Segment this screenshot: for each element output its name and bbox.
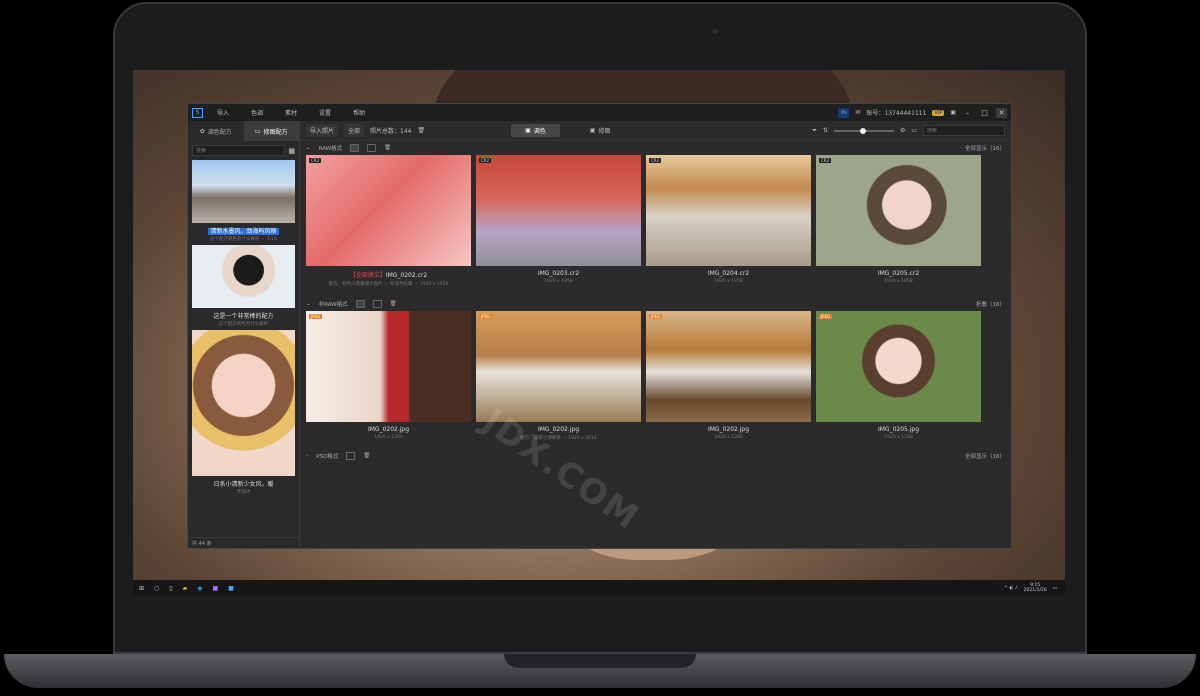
photo-card[interactable]: CR2 【全部换文】IMG_0202.cr2 配方：和色人像暖调大图片 ・ 标准… <box>306 155 471 287</box>
account-label[interactable]: 账号：13744441111 <box>866 108 926 117</box>
camera <box>712 28 718 34</box>
app-logo: S <box>192 107 203 118</box>
photoshop-icon[interactable]: Ps <box>838 107 850 118</box>
image-icon: ▣ <box>589 127 596 134</box>
notification-icon[interactable]: ▭ <box>1053 586 1057 591</box>
settings-icon[interactable]: ⚙ <box>900 127 905 134</box>
preset-item[interactable]: 日系小清新少女风，暖 无描述 <box>192 330 295 495</box>
photo-card[interactable]: CR2 IMG_0204.cr2 1920 x 1958 <box>646 155 811 287</box>
edge-icon[interactable]: ◉ <box>197 585 202 592</box>
photo-card[interactable]: CR2 IMG_0205.cr2 1920 x 1958 <box>816 155 981 287</box>
photo-thumbnail: JPEG <box>306 311 471 422</box>
main-panel: 导入照片 全部 照片总数：144 🗑 ▣调色 ▣修图 ⏷ ⇅ ⚙ ▭ ⌄ RAW… <box>300 121 1011 548</box>
preset-thumbnail <box>192 160 295 223</box>
windows-start-icon[interactable]: ⊞ <box>139 585 144 592</box>
mode-retouch-button[interactable]: ▣ 修图 <box>576 124 625 137</box>
preset-item[interactable]: 清新水墨风，劲海屿风格 这个配方调色有什么解析 ・ 1/10 <box>192 160 295 242</box>
preset-thumbnail <box>192 245 295 308</box>
photo-thumbnail: CR2 <box>476 155 641 266</box>
show-all-link[interactable]: 全部显示（16） <box>965 144 1005 152</box>
show-all-link[interactable]: 全部显示（16） <box>965 452 1005 460</box>
photo-card[interactable]: CR2 IMG_0203.cr2 1920 x 1958 <box>476 155 641 287</box>
menu-import[interactable]: 导入 <box>217 108 229 117</box>
select-icon[interactable] <box>355 300 365 308</box>
toolbar: 导入照片 全部 照片总数：144 🗑 ▣ 调色 ▣ 修图 ⏷ ⇅ ⚙ ▭ <box>300 121 1011 141</box>
photo-thumbnail: CR2 <box>306 155 471 266</box>
tray-icon[interactable]: ^ ◐ ♪ <box>1004 586 1017 591</box>
nonraw-grid: JPEG IMG_0202.jpg 1920 x 1280 JPEG IMG_0… <box>300 311 1011 441</box>
section-raw-header: ⌄ RAW格式 🗑 全部显示（16） <box>306 144 1005 152</box>
section-psd-header: › PSD格式 🗑 全部显示（16） <box>306 452 1005 460</box>
photo-thumbnail: CR2 <box>816 155 981 266</box>
menu-help[interactable]: 帮助 <box>353 108 365 117</box>
laptop-notch <box>504 654 696 668</box>
raw-grid: CR2 【全部换文】IMG_0202.cr2 配方：和色人像暖调大图片 ・ 标准… <box>300 155 1011 287</box>
palette-icon: ✿ <box>199 127 205 135</box>
skin-icon[interactable]: ▣ <box>950 109 956 116</box>
photo-thumbnail: JPEG <box>816 311 981 422</box>
display-icon[interactable]: ▭ <box>911 127 917 134</box>
sort-icon[interactable]: ⇅ <box>823 127 828 134</box>
trash-icon[interactable]: 🗑 <box>384 145 391 151</box>
ps-taskbar-icon[interactable]: ■ <box>228 585 234 592</box>
photo-count: 照片总数：144 <box>370 128 412 135</box>
ae-icon[interactable]: ■ <box>212 585 218 592</box>
trash-icon[interactable]: 🗑 <box>390 301 397 307</box>
title-bar: S 导入 色调 素材 设置 帮助 Ps ✉ 账号：13744441111 VIP… <box>188 104 1011 121</box>
collapse-link[interactable]: 折叠（16） <box>976 300 1005 308</box>
import-photos-button[interactable]: 导入照片 <box>306 124 339 137</box>
message-icon[interactable]: ✉ <box>855 109 860 116</box>
preset-item[interactable]: 这是一个非常棒的配方 这个配方调色有什么解析 <box>192 245 295 327</box>
monitor-icon: ▭ <box>254 127 261 135</box>
image-icon: ▣ <box>525 127 531 134</box>
menu-settings[interactable]: 设置 <box>319 108 331 117</box>
chevron-down-icon[interactable]: ⌄ <box>306 145 311 151</box>
photo-card[interactable]: JPEG IMG_0202.jpg 1920 x 1280 <box>306 311 471 441</box>
photo-thumbnail: CR2 <box>646 155 811 266</box>
preset-count: 共 44 条 <box>188 537 299 548</box>
chevron-down-icon[interactable]: ⌄ <box>306 301 311 307</box>
maximize-button[interactable]: □ <box>979 108 990 118</box>
search-icon[interactable]: ○ <box>154 585 159 592</box>
thumbnail-size-slider[interactable] <box>833 127 894 134</box>
minimize-button[interactable]: – <box>962 108 973 118</box>
photo-card[interactable]: JPEG IMG_0202.jpg 1920 x 1280 <box>646 311 811 441</box>
select-icon[interactable] <box>350 144 360 152</box>
filter-icon[interactable]: ⏷ <box>812 127 817 135</box>
section-nonraw-header: ⌄ 非RAW格式 🗑 折叠（16） <box>306 300 1005 308</box>
grid-view-icon[interactable]: ▦ <box>288 147 295 155</box>
search-input[interactable] <box>923 125 1005 136</box>
windows-taskbar: ⊞ ○ ▯ ▰ ◉ ■ ■ ^ ◐ ♪ 9:15 2021/1/26 ▭ <box>133 580 1065 596</box>
trash-icon[interactable]: 🗑 <box>363 453 370 459</box>
photo-card[interactable]: JPEG IMG_0205.jpg 1920 x 1280 <box>816 311 981 441</box>
export-icon[interactable] <box>346 452 356 460</box>
tab-retouch-presets[interactable]: ▭ 修图配方 <box>243 121 299 141</box>
export-icon[interactable] <box>367 144 377 152</box>
slider-handle[interactable] <box>859 127 866 134</box>
tab-color-presets[interactable]: ✿ 调色配方 <box>188 121 244 141</box>
mode-color-button[interactable]: ▣ 调色 <box>511 124 560 137</box>
task-view-icon[interactable]: ▯ <box>169 585 172 592</box>
menu-tone[interactable]: 色调 <box>251 108 263 117</box>
preset-search-input[interactable] <box>192 145 286 156</box>
preset-thumbnail <box>192 330 295 476</box>
file-explorer-icon[interactable]: ▰ <box>183 585 188 592</box>
filter-all-dropdown[interactable]: 全部 <box>344 124 365 137</box>
sidebar: ✿调色配方 ▭修图配方 ▦ 清新水墨风，劲海屿风格 这个配方调色有什么解析 ・ … <box>188 121 300 548</box>
close-button[interactable]: ✕ <box>996 107 1007 118</box>
clock[interactable]: 9:15 2021/1/26 <box>1024 583 1047 593</box>
chevron-right-icon[interactable]: › <box>306 453 308 459</box>
export-icon[interactable] <box>372 300 382 308</box>
vip-badge: VIP <box>932 109 945 116</box>
menu-material[interactable]: 素材 <box>285 108 297 117</box>
trash-icon[interactable]: 🗑 <box>417 127 425 134</box>
photo-thumbnail: JPEG <box>646 311 811 422</box>
